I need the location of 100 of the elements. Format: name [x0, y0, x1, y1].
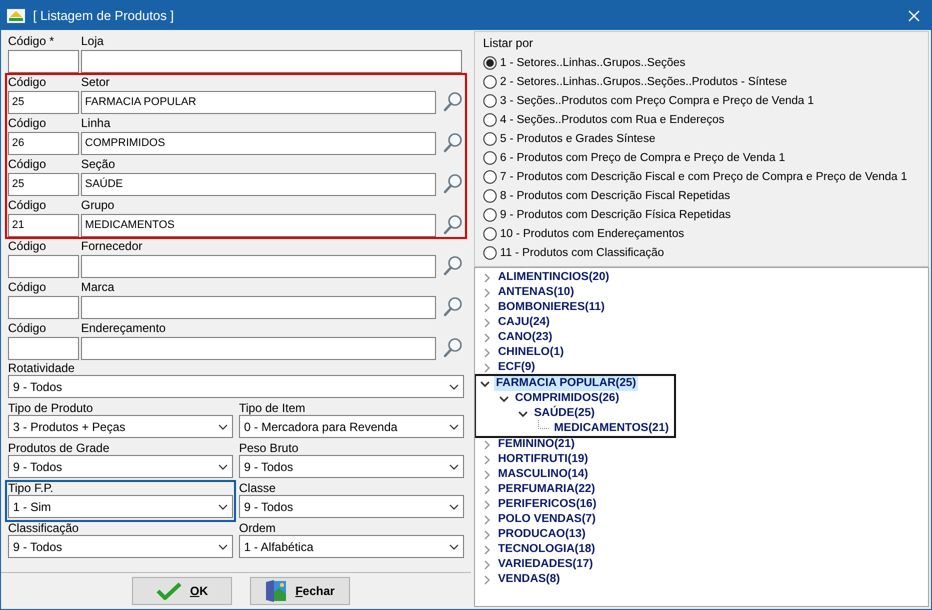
close-button[interactable]: Fechar [250, 577, 350, 605]
search-icon[interactable] [442, 214, 464, 236]
search-icon[interactable] [442, 296, 464, 318]
field-label: Seção [81, 158, 116, 171]
search-icon[interactable] [442, 91, 464, 113]
code-field[interactable]: 26 [8, 132, 79, 154]
tree-item[interactable]: PRODUCAO(13) [496, 527, 588, 542]
code-field[interactable]: 25 [8, 172, 79, 196]
search-icon[interactable] [442, 255, 464, 277]
radio-label[interactable]: 9 - Produtos com Descrição Física Repetidas [500, 208, 731, 220]
dropdown[interactable]: 9 - Todos [8, 455, 233, 478]
tree-item[interactable]: MEDICAMENTOS(21) [552, 421, 671, 436]
tree-item[interactable]: FEMININO(21) [496, 437, 577, 452]
dropdown-chevron-icon [449, 384, 459, 390]
code-field[interactable]: 21 [8, 214, 79, 236]
radio-button[interactable] [483, 170, 497, 184]
tree-item[interactable]: TECNOLOGIA(18) [496, 542, 598, 557]
radio-label[interactable]: 6 - Produtos com Preço de Compra e Preço de Venda 1 [500, 152, 786, 164]
search-icon[interactable] [442, 173, 464, 195]
radio-label[interactable]: 7 - Produtos com Descrição Fiscal e com Preço de Compra e Preço de Venda 1 [500, 170, 908, 182]
name-field[interactable] [81, 336, 436, 360]
code-field[interactable] [8, 336, 79, 360]
dropdown[interactable]: 0 - Mercadora para Revenda [239, 415, 464, 438]
tree-item[interactable]: VARIEDADES(17) [496, 557, 595, 572]
ok-button[interactable]: OK [132, 577, 232, 605]
radio-label[interactable]: 3 - Seções..Produtos com Preço Compra e Preço de Venda 1 [500, 94, 814, 106]
radio-button[interactable] [483, 188, 497, 202]
dropdown-chevron-icon [218, 544, 228, 550]
radio-button[interactable] [483, 94, 497, 108]
name-field[interactable]: MEDICAMENTOS [81, 214, 436, 236]
code-field[interactable] [8, 50, 79, 72]
field-label: Loja [81, 35, 104, 48]
dropdown[interactable]: 1 - Alfabética [239, 535, 464, 558]
dropdown[interactable]: 9 - Todos [239, 455, 464, 478]
tree-item[interactable]: FARMACIA POPULAR(25) [494, 376, 638, 391]
tree-item[interactable]: ECF(9) [496, 360, 538, 375]
field-label: Código [8, 158, 48, 171]
radio-button[interactable] [483, 246, 497, 260]
field-label: Produtos de Grade [8, 442, 110, 455]
tree-item[interactable]: BOMBONIERES(11) [496, 300, 607, 315]
name-field[interactable]: FARMACIA POPULAR [81, 90, 436, 114]
field-label: Código * [8, 35, 56, 48]
group-title: Listar por [483, 36, 534, 50]
tree-item[interactable]: HORTIFRUTI(19) [496, 452, 590, 467]
radio-label[interactable]: 1 - Setores..Linhas..Grupos..Seções [500, 56, 686, 68]
tree-item[interactable]: COMPRIMIDOS(26) [513, 391, 622, 406]
radio-button[interactable] [483, 150, 497, 164]
tree-item[interactable]: MASCULINO(14) [496, 467, 590, 482]
tree-item[interactable]: ALIMENTINCIOS(20) [496, 270, 612, 285]
tree-item[interactable]: CAJU(24) [496, 315, 552, 330]
dropdown-chevron-icon [218, 464, 228, 470]
field-label: Classificação [8, 522, 80, 535]
radio-label[interactable]: 5 - Produtos e Grades Síntese [500, 132, 656, 144]
dropdown[interactable]: 1 - Sim [8, 495, 233, 518]
field-label: Código [8, 240, 48, 253]
search-icon[interactable] [442, 337, 464, 359]
field-label: Classe [239, 482, 277, 495]
tree-item[interactable]: PERIFERICOS(16) [496, 497, 598, 512]
code-field[interactable] [8, 296, 79, 318]
field-label: Marca [81, 281, 114, 294]
radio-button[interactable] [483, 132, 497, 146]
dropdown-chevron-icon [449, 464, 459, 470]
radio-label[interactable]: 8 - Produtos com Descrição Fiscal Repetidas [500, 190, 730, 202]
tree-item[interactable]: CANO(23) [496, 330, 554, 345]
name-field[interactable]: SAÚDE [81, 172, 436, 196]
radio-button[interactable] [483, 208, 497, 222]
tree-item[interactable]: PERFUMARIA(22) [496, 482, 598, 497]
app-icon [7, 8, 25, 22]
dropdown[interactable]: 3 - Produtos + Peças [8, 415, 233, 438]
dropdown-chevron-icon [218, 504, 228, 510]
field-label: Linha [81, 117, 110, 130]
name-field[interactable] [81, 254, 436, 278]
name-field[interactable]: COMPRIMIDOS [81, 132, 436, 154]
name-field[interactable] [81, 296, 436, 318]
radio-button[interactable] [483, 226, 497, 240]
tree-item[interactable]: ANTENAS(10) [496, 285, 576, 300]
radio-label[interactable]: 10 - Produtos com Endereçamentos [500, 228, 684, 240]
radio-label[interactable]: 4 - Seções..Produtos com Rua e Endereços [500, 114, 724, 126]
radio-label[interactable]: 2 - Setores..Linhas..Grupos..Seções..Produtos - Síntese [500, 76, 788, 88]
field-label: Tipo de Item [239, 402, 306, 415]
field-label: Ordem [239, 522, 277, 535]
radio-button[interactable] [483, 112, 497, 126]
door-icon [265, 579, 288, 603]
dropdown-chevron-icon [218, 424, 228, 430]
tree-item[interactable]: VENDAS(8) [496, 572, 562, 587]
dropdown[interactable]: 9 - Todos [8, 375, 464, 398]
tree-item[interactable]: POLO VENDAS(7) [496, 512, 598, 527]
search-icon[interactable] [442, 132, 464, 154]
tree-item[interactable]: SAÚDE(25) [532, 406, 597, 421]
tree-item[interactable]: CHINELO(1) [496, 345, 566, 360]
dropdown-chevron-icon [449, 504, 459, 510]
dropdown[interactable]: 9 - Todos [239, 495, 464, 518]
code-field[interactable] [8, 254, 79, 278]
dropdown[interactable]: 9 - Todos [8, 535, 233, 558]
field-label: Tipo de Produto [8, 402, 94, 415]
radio-label[interactable]: 11 - Produtos com Classificação [500, 246, 664, 258]
radio-button[interactable] [483, 74, 497, 88]
name-field[interactable] [81, 50, 462, 72]
radio-button[interactable] [483, 56, 497, 70]
code-field[interactable]: 25 [8, 90, 79, 114]
